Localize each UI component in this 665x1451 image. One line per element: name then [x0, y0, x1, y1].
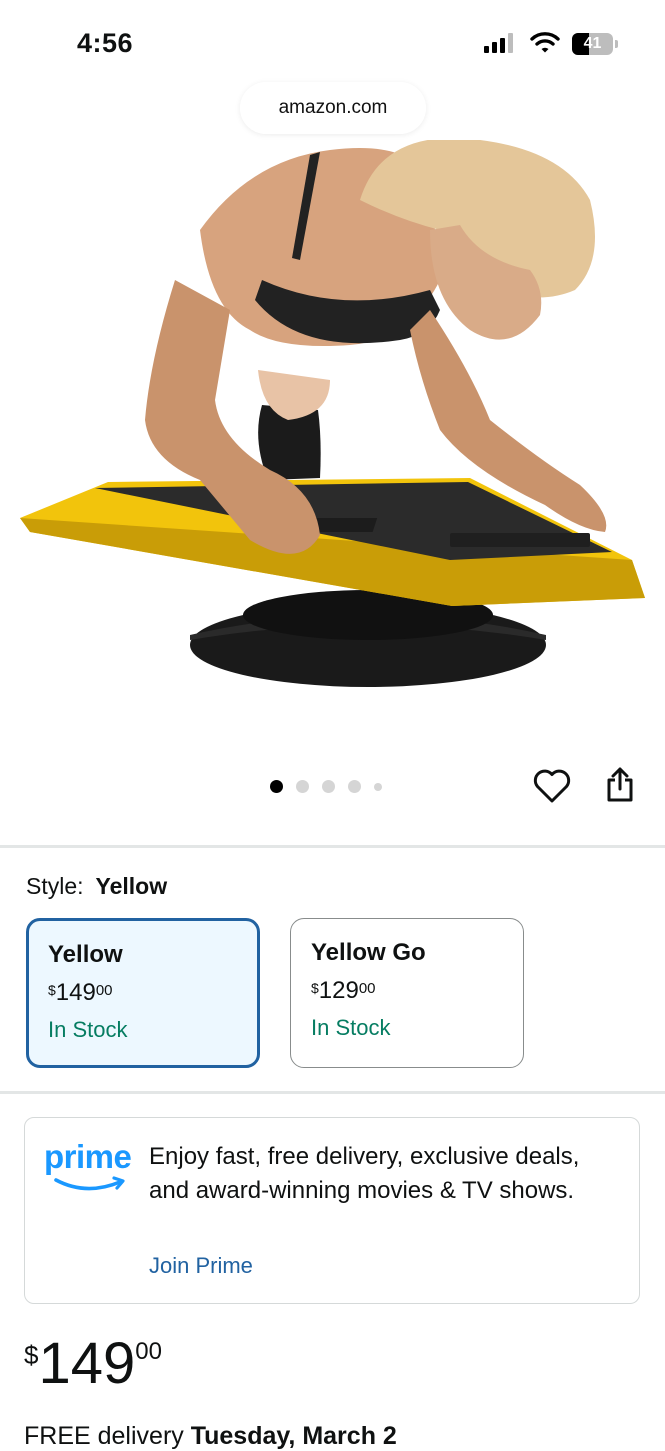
style-selected-value: Yellow	[95, 873, 168, 899]
style-option-yellow[interactable]: Yellow $14900 In Stock	[26, 918, 260, 1068]
carousel-dot[interactable]	[296, 780, 309, 793]
share-icon[interactable]	[604, 766, 636, 804]
carousel-dots[interactable]	[270, 780, 382, 793]
option-stock: In Stock	[48, 1017, 128, 1042]
style-option-yellow-go[interactable]: Yellow Go $12900 In Stock	[290, 918, 524, 1068]
option-name: Yellow Go	[311, 939, 426, 966]
join-prime-link[interactable]: Join Prime	[149, 1253, 253, 1279]
option-price: $14900	[48, 979, 113, 1006]
section-divider	[0, 845, 665, 848]
battery-level: 41	[583, 35, 602, 52]
delivery-info: FREE delivery Tuesday, March 2	[24, 1422, 397, 1450]
section-divider	[0, 1091, 665, 1094]
battery-tip	[615, 40, 618, 48]
style-label: Style:	[26, 873, 84, 899]
carousel-dot[interactable]	[374, 782, 382, 791]
option-stock: In Stock	[311, 1015, 391, 1040]
wifi-icon	[530, 32, 560, 53]
carousel-dot[interactable]	[270, 780, 283, 793]
signal-icon	[484, 33, 513, 53]
carousel-dot[interactable]	[322, 780, 335, 793]
option-name: Yellow	[48, 941, 123, 968]
url-bar[interactable]: amazon.com	[240, 82, 426, 134]
carousel-dot[interactable]	[348, 780, 361, 793]
prime-smile-icon	[54, 1178, 122, 1191]
status-time: 4:56	[77, 28, 134, 58]
svg-text:prime: prime	[44, 1138, 132, 1175]
battery-icon: 41	[572, 33, 613, 55]
product-price: $14900	[24, 1331, 162, 1396]
prime-logo: prime	[44, 1138, 132, 1191]
prime-message: Enjoy fast, free delivery, exclusive dea…	[149, 1143, 580, 1204]
option-price: $12900	[311, 977, 376, 1004]
heart-icon[interactable]	[533, 768, 571, 804]
style-selection: Style: Yellow	[26, 873, 167, 900]
product-image[interactable]	[0, 140, 665, 710]
